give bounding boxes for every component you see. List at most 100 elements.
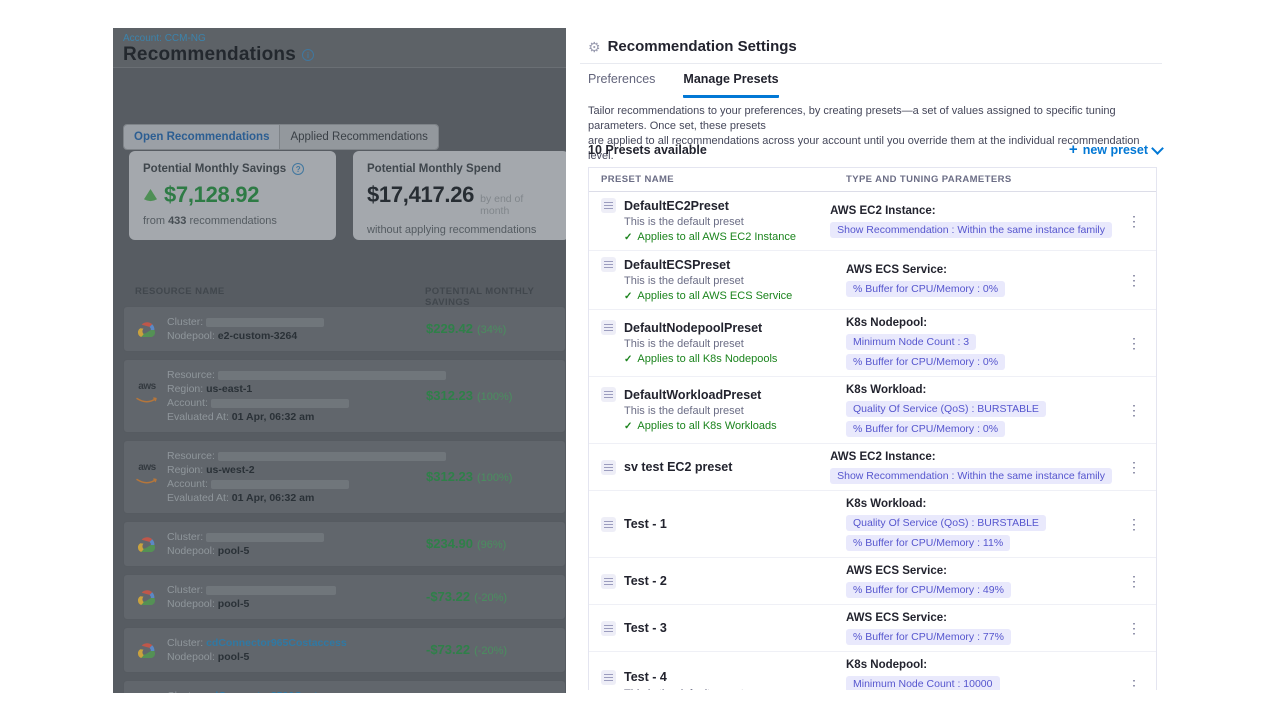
- drag-handle-icon[interactable]: [601, 460, 616, 475]
- help-icon[interactable]: ?: [292, 163, 304, 175]
- column-header-type-tuning: TYPE AND TUNING PARAMETERS: [846, 174, 1156, 185]
- drag-handle-icon[interactable]: [601, 387, 616, 402]
- spend-subtext: without applying recommendations: [367, 224, 555, 236]
- preset-type-label: K8s Workload:: [846, 383, 1112, 397]
- recommendation-row[interactable]: aws Cluster: Nodepool: e2-custom-3264 $2…: [123, 306, 566, 352]
- kebab-menu-icon[interactable]: ⋮: [1112, 573, 1156, 590]
- recommendations-tab-group: Open Recommendations Applied Recommendat…: [123, 124, 439, 150]
- drag-handle-icon[interactable]: [601, 257, 616, 272]
- tuning-parameter-chip: % Buffer for CPU/Memory : 0%: [846, 281, 1005, 297]
- kebab-menu-icon[interactable]: ⋮: [1112, 213, 1156, 230]
- page-title: Recommendations: [123, 44, 296, 66]
- preset-applies-to: ✓ Applies to all K8s Nodepools: [624, 353, 846, 366]
- preset-name: DefaultWorkloadPreset: [624, 388, 761, 402]
- preset-type-label: K8s Nodepool:: [846, 316, 1112, 330]
- new-preset-button[interactable]: + new preset: [1069, 143, 1162, 157]
- kebab-menu-icon[interactable]: ⋮: [1112, 516, 1156, 533]
- tab-manage-presets[interactable]: Manage Presets: [683, 72, 778, 98]
- preset-row: DefaultECSPreset This is the default pre…: [589, 251, 1156, 310]
- recommendation-row[interactable]: aws Cluster: cdConnector8590CostaccessNo…: [123, 680, 566, 693]
- preset-row: DefaultWorkloadPreset This is the defaul…: [589, 377, 1156, 444]
- preset-row: Test - 1 K8s Workload: Quality Of Servic…: [589, 491, 1156, 558]
- preset-type-label: AWS EC2 Instance:: [830, 450, 1112, 464]
- kebab-menu-icon[interactable]: ⋮: [1112, 272, 1156, 289]
- potential-monthly-savings-card: Potential Monthly Savings ? $7,128.92 fr…: [129, 151, 336, 240]
- drag-handle-icon[interactable]: [601, 621, 616, 636]
- drag-handle-icon[interactable]: [601, 670, 616, 685]
- tuning-parameter-chip: % Buffer for CPU/Memory : 77%: [846, 629, 1011, 645]
- preset-row: DefaultNodepoolPreset This is the defaul…: [589, 310, 1156, 377]
- gcp-icon: [136, 321, 157, 338]
- recommendation-row[interactable]: aws Cluster: cdConnector965CostaccessNod…: [123, 627, 566, 673]
- tuning-parameter-chip: % Buffer for CPU/Memory : 0%: [846, 421, 1005, 437]
- preset-description: This is the default preset: [624, 338, 846, 351]
- tuning-parameter-chip: % Buffer for CPU/Memory : 49%: [846, 582, 1011, 598]
- savings-value: $312.23(100%): [426, 468, 512, 486]
- settings-title: Recommendation Settings: [608, 38, 797, 55]
- preset-applies-to: ✓ Applies to all K8s Workloads: [624, 420, 846, 433]
- check-icon: ✓: [624, 231, 632, 244]
- drag-handle-icon[interactable]: [601, 198, 616, 213]
- preset-name: DefaultEC2Preset: [624, 199, 729, 213]
- kebab-menu-icon[interactable]: ⋮: [1112, 620, 1156, 637]
- cluster-link[interactable]: cdConnector8590Costaccess: [206, 690, 352, 693]
- kebab-menu-icon[interactable]: ⋮: [1112, 677, 1156, 691]
- drag-handle-icon[interactable]: [601, 517, 616, 532]
- check-icon: ✓: [624, 420, 632, 433]
- preset-row: DefaultEC2Preset This is the default pre…: [589, 192, 1156, 251]
- drag-handle-icon[interactable]: [601, 320, 616, 335]
- tab-preferences[interactable]: Preferences: [588, 72, 655, 98]
- spend-amount-suffix: by end of month: [480, 193, 555, 217]
- kebab-menu-icon[interactable]: ⋮: [1112, 402, 1156, 419]
- preset-row: Test - 3 AWS ECS Service: % Buffer for C…: [589, 605, 1156, 652]
- savings-value: -$73.22(-20%): [426, 588, 507, 606]
- resource-rows: aws Cluster: Nodepool: e2-custom-3264 $2…: [123, 306, 566, 693]
- preset-name: DefaultNodepoolPreset: [624, 321, 762, 335]
- column-header-resource-name: RESOURCE NAME: [135, 286, 225, 297]
- tuning-parameter-chip: Minimum Node Count : 3: [846, 334, 976, 350]
- recommendation-row[interactable]: aws Cluster: Nodepool: pool-5 $234.90(96…: [123, 521, 566, 567]
- aws-icon: aws: [136, 464, 158, 490]
- recommendation-settings-drawer: ⚙ Recommendation Settings Preferences Ma…: [566, 28, 1170, 690]
- preset-type-label: K8s Workload:: [846, 497, 1112, 511]
- recommendation-row[interactable]: aws Resource: Region: us-east-1Account: …: [123, 359, 566, 433]
- preset-type-label: AWS ECS Service:: [846, 263, 1112, 277]
- preset-type-label: AWS ECS Service:: [846, 611, 1112, 625]
- savings-value: $312.23(100%): [426, 387, 512, 405]
- presets-table: PRESET NAME TYPE AND TUNING PARAMETERS D…: [588, 167, 1157, 690]
- savings-value: $229.42(34%): [426, 320, 506, 338]
- preset-row: sv test EC2 preset AWS EC2 Instance: Sho…: [589, 444, 1156, 491]
- kebab-menu-icon[interactable]: ⋮: [1112, 459, 1156, 476]
- presets-table-header: PRESET NAME TYPE AND TUNING PARAMETERS: [589, 168, 1156, 192]
- tab-applied-recommendations[interactable]: Applied Recommendations: [280, 125, 437, 149]
- savings-card-label: Potential Monthly Savings: [143, 163, 286, 175]
- savings-amount: $7,128.92: [164, 182, 259, 208]
- savings-subtext: from 433 recommendations: [143, 215, 322, 227]
- preset-rows: DefaultEC2Preset This is the default pre…: [589, 192, 1156, 690]
- kebab-menu-icon[interactable]: ⋮: [1112, 335, 1156, 352]
- preset-name: Test - 1: [624, 517, 667, 531]
- tuning-parameter-chip: % Buffer for CPU/Memory : 0%: [846, 354, 1005, 370]
- cluster-link[interactable]: cdConnector965Costaccess: [206, 637, 347, 649]
- tuning-parameter-chip: Show Recommendation : Within the same in…: [830, 468, 1112, 484]
- tuning-parameter-chip: % Buffer for CPU/Memory : 11%: [846, 535, 1010, 551]
- preset-type-label: AWS EC2 Instance:: [830, 204, 1112, 218]
- recommendation-row[interactable]: aws Cluster: Nodepool: pool-5 -$73.22(-2…: [123, 574, 566, 620]
- gcp-icon: [136, 589, 157, 606]
- plus-icon: +: [1069, 144, 1078, 156]
- aws-icon: aws: [136, 383, 158, 409]
- info-icon[interactable]: i: [302, 49, 314, 61]
- preset-name: Test - 2: [624, 574, 667, 588]
- drag-handle-icon[interactable]: [601, 574, 616, 589]
- savings-value: $234.90(96%): [426, 535, 506, 553]
- spend-card-label: Potential Monthly Spend: [367, 163, 501, 175]
- recommendation-row[interactable]: aws Resource: Region: us-west-2Account: …: [123, 440, 566, 514]
- tab-open-recommendations[interactable]: Open Recommendations: [124, 125, 280, 149]
- preset-name: sv test EC2 preset: [624, 460, 732, 474]
- preset-name: DefaultECSPreset: [624, 258, 730, 272]
- preset-name: Test - 4: [624, 670, 667, 684]
- potential-monthly-spend-card: Potential Monthly Spend $17,417.26 by en…: [353, 151, 566, 240]
- check-icon: ✓: [624, 290, 632, 303]
- gcp-icon: [136, 536, 157, 553]
- account-breadcrumb[interactable]: Account: CCM-NG: [123, 33, 206, 44]
